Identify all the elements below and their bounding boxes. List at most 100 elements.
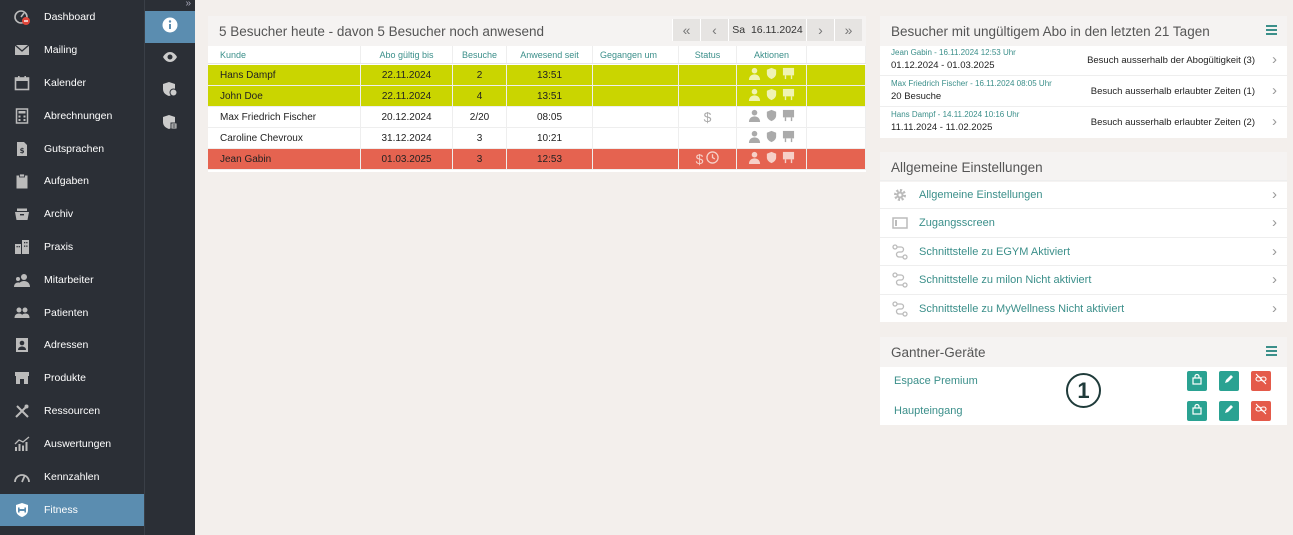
info-button[interactable] <box>145 11 195 43</box>
disconnect-button[interactable] <box>1251 371 1271 391</box>
building-icon <box>0 239 44 255</box>
nav-gutsprachen[interactable]: $ Gutsprachen <box>0 133 144 165</box>
settings-item-mywellness[interactable]: Schnittstelle zu MyWellness Nicht aktivi… <box>880 294 1287 322</box>
kiosk-icon[interactable] <box>782 130 795 146</box>
last-day-button[interactable]: » <box>834 19 862 41</box>
nav-praxis[interactable]: Praxis <box>0 231 144 263</box>
column-header[interactable]: Gegangen um <box>593 46 679 63</box>
nav-kalender[interactable]: Kalender <box>0 67 144 99</box>
edit-button[interactable] <box>1219 401 1239 421</box>
nav-auswertungen[interactable]: Auswertungen <box>0 428 144 460</box>
nav-fitness[interactable]: Fitness <box>0 494 144 526</box>
shield-action-icon[interactable] <box>765 67 778 83</box>
nav-label: Kalender <box>44 77 87 89</box>
person-icon[interactable] <box>748 67 761 83</box>
cell-kunde: Hans Dampf <box>208 65 361 85</box>
table-row[interactable]: Caroline Chevroux 31.12.2024 3 10:21 <box>208 128 866 149</box>
visit-detail: 20 Besuche <box>891 91 942 102</box>
invalid-subscriptions-panel: Besucher mit ungültigem Abo in den letzt… <box>880 16 1287 138</box>
table-row[interactable]: Hans Dampf 22.11.2024 2 13:51 <box>208 65 866 86</box>
visitors-panel: 5 Besucher heute - davon 5 Besucher noch… <box>208 16 866 172</box>
cell-gegangen <box>593 128 679 148</box>
cell-besuche: 3 <box>453 149 507 169</box>
cell-kunde: Max Friedrich Fischer <box>208 107 361 127</box>
kiosk-icon[interactable] <box>782 109 795 125</box>
settings-item-general[interactable]: Allgemeine Einstellungen › <box>880 180 1287 208</box>
nav-label: Patienten <box>44 307 89 319</box>
person-icon[interactable] <box>748 88 761 104</box>
visit-reason: Besuch ausserhalb der Abogültigkeit (3) <box>1087 55 1255 66</box>
shield-action-icon[interactable] <box>765 109 778 125</box>
nav-mailing[interactable]: Mailing <box>0 34 144 66</box>
unlock-button[interactable] <box>1187 371 1207 391</box>
column-header[interactable]: Aktionen <box>737 46 807 63</box>
table-row[interactable]: Max Friedrich Fischer 20.12.2024 2/20 08… <box>208 107 866 128</box>
chart-icon <box>0 436 44 452</box>
shield-action-icon[interactable] <box>765 88 778 104</box>
nav-produkte[interactable]: Produkte <box>0 362 144 394</box>
shield-list-icon <box>162 114 178 135</box>
list-item[interactable]: Max Friedrich Fischer - 16.11.2024 08:05… <box>880 77 1287 107</box>
person-icon[interactable] <box>748 130 761 146</box>
settings-item-milon[interactable]: Schnittstelle zu milon Nicht aktiviert › <box>880 265 1287 293</box>
cell-gegangen <box>593 149 679 169</box>
cell-gegangen <box>593 107 679 127</box>
column-header[interactable]: Besuche <box>453 46 507 63</box>
chevron-right-icon: › <box>1272 214 1277 231</box>
person-icon[interactable] <box>748 109 761 125</box>
shield-action-icon[interactable] <box>765 130 778 146</box>
kiosk-icon[interactable] <box>782 88 795 104</box>
clock-icon <box>706 151 720 167</box>
unlock-button[interactable] <box>1187 401 1207 421</box>
next-day-button[interactable]: › <box>806 19 834 41</box>
nav-kennzahlen[interactable]: Kennzahlen <box>0 461 144 493</box>
calculator-icon <box>0 108 44 124</box>
prev-day-button[interactable]: ‹ <box>700 19 728 41</box>
menu-icon[interactable] <box>1266 25 1277 37</box>
date-display[interactable]: Sa 16.11.2024 <box>728 19 806 41</box>
first-day-button[interactable]: « <box>672 19 700 41</box>
nav-dashboard[interactable]: Dashboard <box>0 1 144 33</box>
cell-status <box>679 65 737 85</box>
device-label[interactable]: Haupteingang <box>894 405 963 417</box>
settings-item-zugangsscreen[interactable]: Zugangsscreen › <box>880 208 1287 236</box>
cell-gegangen <box>593 86 679 106</box>
nav-abrechnungen[interactable]: Abrechnungen <box>0 100 144 132</box>
column-header[interactable]: Status <box>679 46 737 63</box>
column-header[interactable]: Anwesend seit <box>507 46 593 63</box>
nav-adressen[interactable]: Adressen <box>0 329 144 361</box>
nav-archiv[interactable]: Archiv <box>0 198 144 230</box>
staff-icon <box>0 272 44 288</box>
table-row[interactable]: John Doe 22.11.2024 4 13:51 <box>208 86 866 107</box>
table-row[interactable]: Jean Gabin 01.03.2025 3 12:53 $ <box>208 149 866 170</box>
chevron-right-icon: › <box>1272 186 1277 203</box>
list-item[interactable]: Hans Dampf - 14.11.2024 10:16 Uhr 11.11.… <box>880 108 1287 138</box>
nav-ressourcen[interactable]: Ressourcen <box>0 395 144 427</box>
nav-mitarbeiter[interactable]: Mitarbeiter <box>0 264 144 296</box>
nav-label: Aufgaben <box>44 175 89 187</box>
menu-icon[interactable] <box>1266 346 1277 358</box>
list-item[interactable]: Jean Gabin - 16.11.2024 12:53 Uhr 01.12.… <box>880 46 1287 76</box>
nav-aufgaben[interactable]: Aufgaben <box>0 165 144 197</box>
edit-button[interactable] <box>1219 371 1239 391</box>
nav-patienten[interactable]: Patienten <box>0 297 144 329</box>
expand-icon[interactable]: » <box>185 0 191 9</box>
device-label[interactable]: Espace Premium <box>894 375 978 387</box>
visibility-button[interactable] <box>145 43 195 75</box>
shield-list-button[interactable] <box>145 108 195 140</box>
column-header[interactable]: Kunde <box>208 46 361 63</box>
screen-icon <box>880 215 919 231</box>
clipboard-icon <box>0 173 44 189</box>
column-header[interactable]: Abo gültig bis <box>361 46 453 63</box>
settings-item-egym[interactable]: Schnittstelle zu EGYM Aktiviert › <box>880 237 1287 265</box>
shield-icon <box>162 81 178 102</box>
shield-button[interactable] <box>145 75 195 107</box>
gear-icon <box>880 187 919 203</box>
tools-icon <box>0 403 44 419</box>
person-icon[interactable] <box>748 151 761 167</box>
shield-action-icon[interactable] <box>765 151 778 167</box>
kiosk-icon[interactable] <box>782 151 795 167</box>
cell-anwesend: 12:53 <box>507 149 593 169</box>
disconnect-button[interactable] <box>1251 401 1271 421</box>
kiosk-icon[interactable] <box>782 67 795 83</box>
